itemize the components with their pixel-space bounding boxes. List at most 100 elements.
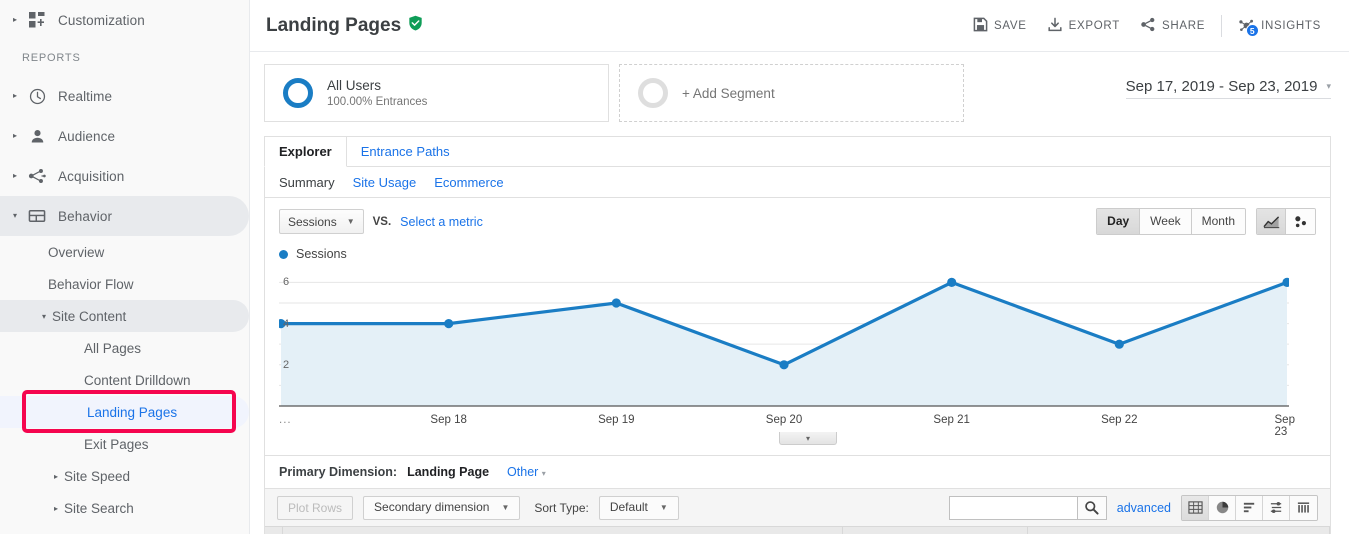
- sidebar-item-behavior-flow[interactable]: Behavior Flow: [0, 268, 249, 300]
- comparison-view-icon[interactable]: [1263, 496, 1290, 520]
- motion-chart-icon[interactable]: [1286, 209, 1315, 234]
- chart-collapse-button[interactable]: ▾: [779, 432, 837, 445]
- segment-subtext: 100.00% Entrances: [327, 96, 427, 108]
- share-label: SHARE: [1162, 20, 1205, 32]
- share-icon: [1140, 17, 1156, 35]
- tab-bar: Explorer Entrance Paths: [265, 137, 1330, 167]
- chevron-down-icon: ▼: [501, 496, 509, 519]
- pivot-view-icon[interactable]: [1290, 496, 1317, 520]
- subtab-site-usage[interactable]: Site Usage: [353, 175, 417, 190]
- bar-view-icon[interactable]: [1236, 496, 1263, 520]
- table-tools: advanced: [949, 495, 1318, 521]
- sidebar-item-site-content[interactable]: ▾ Site Content: [0, 300, 249, 332]
- subtab-ecommerce[interactable]: Ecommerce: [434, 175, 503, 190]
- sidebar-item-label: Exit Pages: [84, 437, 149, 452]
- sidebar: ▸ Customization REPORTS ▸: [0, 0, 250, 534]
- chevron-down-icon: ▾: [42, 312, 46, 321]
- sidebar-item-label: Site Content: [52, 309, 126, 324]
- table-view-icon[interactable]: [1182, 496, 1209, 520]
- granularity-group: Day Week Month: [1096, 208, 1246, 235]
- chart-point[interactable]: [947, 278, 956, 287]
- chevron-down-icon: ▾: [542, 469, 546, 478]
- main-content: Landing Pages: [250, 0, 1349, 534]
- chevron-right-icon: ▸: [54, 472, 58, 481]
- subtab-summary[interactable]: Summary: [279, 175, 335, 190]
- x-axis-tick-label: Sep 20: [766, 414, 802, 426]
- sidebar-item-realtime[interactable]: ▸ Realtime: [0, 76, 249, 116]
- chart-point[interactable]: [612, 298, 621, 307]
- page-title: Landing Pages: [266, 15, 423, 37]
- page-title-text: Landing Pages: [266, 15, 401, 37]
- sidebar-item-label: Audience: [52, 129, 115, 144]
- granularity-month[interactable]: Month: [1192, 209, 1245, 234]
- chevron-right-icon: ▸: [54, 504, 58, 513]
- primary-dimension-value[interactable]: Landing Page: [407, 465, 489, 479]
- save-button[interactable]: SAVE: [963, 11, 1037, 41]
- chart-point[interactable]: [1115, 340, 1124, 349]
- date-range-inner[interactable]: Sep 17, 2019 - Sep 23, 2019 ▾: [1126, 78, 1331, 99]
- sidebar-item-all-pages[interactable]: All Pages: [0, 332, 249, 364]
- metric-select[interactable]: Sessions ▼: [279, 209, 364, 234]
- insights-label: INSIGHTS: [1261, 20, 1321, 32]
- sidebar-item-content-drilldown[interactable]: Content Drilldown: [0, 364, 249, 396]
- export-label: EXPORT: [1069, 20, 1120, 32]
- date-range-picker[interactable]: Sep 17, 2019 - Sep 23, 2019 ▾: [1126, 64, 1331, 99]
- granularity-day[interactable]: Day: [1097, 209, 1140, 234]
- x-axis-tick-label: Sep 21: [933, 414, 969, 426]
- sort-type-label: Sort Type:: [534, 501, 588, 515]
- export-button[interactable]: EXPORT: [1037, 11, 1130, 41]
- chevron-right-icon: ▸: [8, 172, 22, 180]
- chevron-right-icon: ▸: [8, 132, 22, 140]
- line-chart-icon[interactable]: [1257, 209, 1286, 234]
- table-search: [949, 496, 1107, 520]
- table-header-cell: [283, 527, 843, 534]
- sidebar-item-site-speed[interactable]: ▸ Site Speed: [0, 460, 249, 492]
- search-input[interactable]: [949, 496, 1077, 520]
- tab-entrance-paths[interactable]: Entrance Paths: [347, 137, 464, 167]
- sidebar-item-customization[interactable]: ▸ Customization: [0, 0, 249, 40]
- verified-shield-icon: [408, 15, 423, 37]
- chart-point[interactable]: [779, 360, 788, 369]
- sidebar-item-exit-pages[interactable]: Exit Pages: [0, 428, 249, 460]
- sidebar-item-landing-pages[interactable]: Landing Pages: [0, 396, 249, 428]
- table-header-cell: [1028, 527, 1330, 534]
- add-segment-button[interactable]: + Add Segment: [619, 64, 964, 122]
- primary-dimension-other[interactable]: Other ▾: [507, 465, 546, 479]
- chevron-down-icon: ▼: [660, 496, 668, 519]
- sidebar-item-behavior[interactable]: ▾ Behavior: [0, 196, 249, 236]
- search-button[interactable]: [1077, 496, 1107, 520]
- sidebar-item-acquisition[interactable]: ▸ Acquisition: [0, 156, 249, 196]
- save-icon: [973, 17, 988, 35]
- data-table-header: [265, 526, 1330, 534]
- pie-view-icon[interactable]: [1209, 496, 1236, 520]
- secondary-dimension-label: Secondary dimension: [374, 496, 489, 519]
- insights-button[interactable]: 5 INSIGHTS: [1228, 11, 1331, 40]
- advanced-link[interactable]: advanced: [1117, 501, 1171, 515]
- chevron-down-icon: ▾: [806, 434, 810, 443]
- sidebar-item-label: Landing Pages: [87, 405, 177, 420]
- sidebar-item-label: Site Search: [64, 501, 134, 516]
- sessions-line-chart: 246 ...Sep 18Sep 19Sep 20Sep 21Sep 22Sep…: [279, 266, 1312, 441]
- select-a-metric-link[interactable]: Select a metric: [400, 215, 483, 229]
- sidebar-item-site-search[interactable]: ▸ Site Search: [0, 492, 249, 524]
- tab-explorer[interactable]: Explorer: [264, 137, 347, 167]
- sidebar-item-overview[interactable]: Overview: [0, 236, 249, 268]
- x-axis-tick-label: Sep 19: [598, 414, 634, 426]
- metric-bar: Sessions ▼ VS. Select a metric Day Week …: [265, 198, 1330, 235]
- y-axis-tick-label: 2: [283, 359, 289, 371]
- toolbar-divider: [1221, 15, 1222, 37]
- sort-type-select[interactable]: Default ▼: [599, 496, 679, 520]
- segment-all-users[interactable]: All Users 100.00% Entrances: [264, 64, 609, 122]
- sidebar-item-label: Overview: [48, 245, 104, 260]
- x-axis-tick-label: Sep 18: [430, 414, 466, 426]
- sidebar-item-audience[interactable]: ▸ Audience: [0, 116, 249, 156]
- share-button[interactable]: SHARE: [1130, 11, 1215, 41]
- chart-point[interactable]: [444, 319, 453, 328]
- legend-dot-icon: [279, 250, 288, 259]
- x-axis-tick-label: Sep 23: [1275, 414, 1300, 438]
- secondary-dimension-button[interactable]: Secondary dimension ▼: [363, 496, 520, 520]
- plot-rows-button[interactable]: Plot Rows: [277, 496, 353, 520]
- granularity-week[interactable]: Week: [1140, 209, 1191, 234]
- search-icon: [1084, 500, 1099, 515]
- chevron-right-icon: ▸: [8, 16, 22, 24]
